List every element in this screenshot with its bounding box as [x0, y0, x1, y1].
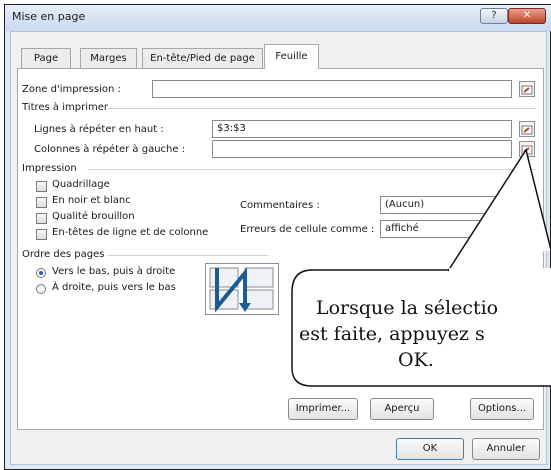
callout-line-1: Lorsque la sélectio	[316, 297, 499, 319]
callout-line-2: est faite, appuyez s	[299, 323, 485, 345]
callout-line-3: OK.	[398, 349, 434, 371]
screenshot: Mise en page ? ✕ Page Marges En-tête/Pie…	[0, 0, 551, 470]
callout-bubble	[291, 148, 551, 387]
